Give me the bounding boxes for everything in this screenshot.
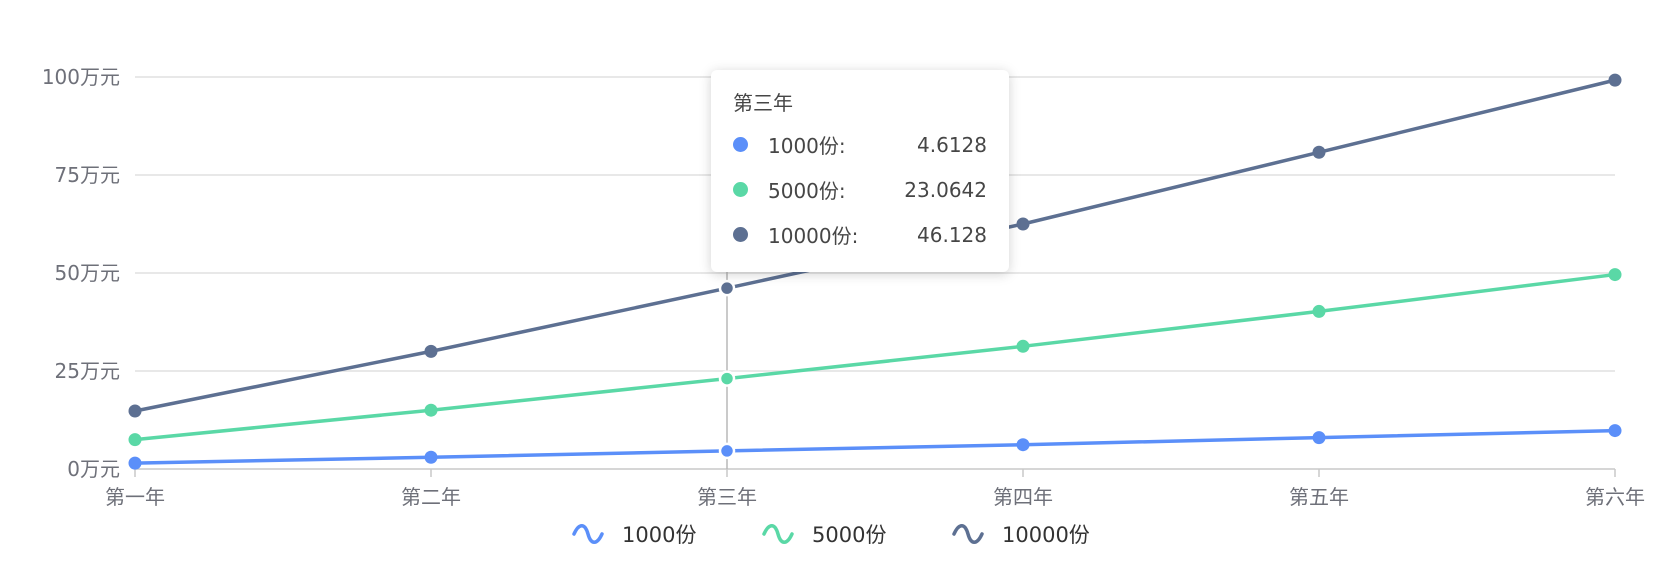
tooltip-row-1000: 1000份: 4.6128 [733, 122, 987, 167]
series-line [134, 272, 1616, 442]
tooltip-name-5000: 5000份: [768, 179, 846, 203]
y-axis-labels: 0万元 25万元 50万元 75万元 100万元 [42, 65, 120, 481]
data-point[interactable] [424, 344, 438, 358]
legend-label: 10000份 [1002, 523, 1090, 547]
tooltip-dot-5000 [733, 182, 748, 197]
data-point[interactable] [424, 450, 438, 464]
x-tick-label: 第六年 [1585, 485, 1645, 509]
data-point[interactable] [128, 456, 142, 470]
tooltip-name-1000: 1000份: [768, 134, 846, 158]
data-point[interactable] [718, 279, 736, 297]
legend-line-icon [762, 524, 794, 544]
data-point[interactable] [1312, 431, 1326, 445]
legend[interactable]: 1000份 5000份 10000份 [572, 523, 1090, 547]
y-tick-label: 25万元 [55, 359, 120, 383]
data-point[interactable] [128, 404, 142, 418]
legend-line-icon [572, 524, 604, 544]
legend-item[interactable]: 5000份 [762, 523, 886, 547]
data-point[interactable] [1312, 145, 1326, 159]
data-point[interactable] [718, 370, 736, 387]
legend-item[interactable]: 1000份 [572, 523, 696, 547]
tooltip-row-5000: 5000份: 23.0642 [733, 167, 987, 212]
x-tick-label: 第四年 [993, 485, 1053, 509]
series-line [134, 428, 1616, 465]
data-point[interactable] [1608, 73, 1622, 87]
y-tick-label: 50万元 [55, 261, 120, 285]
tooltip-value-10000: 46.128 [917, 222, 987, 247]
tooltip-dot-10000 [733, 227, 748, 242]
legend-label: 5000份 [812, 523, 886, 547]
legend-item[interactable]: 10000份 [952, 523, 1090, 547]
tooltip-row-10000: 10000份: 46.128 [733, 212, 987, 257]
legend-label: 1000份 [622, 523, 696, 547]
tooltip-value-5000: 23.0642 [904, 177, 987, 202]
data-point[interactable] [1608, 268, 1622, 282]
data-point[interactable] [1016, 438, 1030, 452]
data-point[interactable] [1312, 304, 1326, 318]
y-tick-label: 0万元 [67, 457, 120, 481]
y-tick-label: 75万元 [55, 163, 120, 187]
data-point[interactable] [424, 403, 438, 417]
tooltip: 第三年 1000份: 4.6128 5000份: 23.0642 10000份:… [711, 70, 1009, 272]
y-tick-label: 100万元 [42, 65, 120, 89]
x-tick-label: 第一年 [105, 485, 165, 509]
data-point[interactable] [1016, 217, 1030, 231]
x-tick-label: 第五年 [1289, 485, 1349, 509]
x-axis: 第一年 第二年 第三年 第四年 第五年 第六年 [105, 469, 1645, 509]
tooltip-value-1000: 4.6128 [917, 132, 987, 157]
x-tick-label: 第二年 [401, 485, 461, 509]
x-tick-label: 第三年 [697, 485, 757, 509]
legend-line-icon [952, 524, 984, 544]
data-point[interactable] [1608, 424, 1622, 438]
tooltip-title: 第三年 [733, 91, 793, 115]
tooltip-dot-1000 [733, 137, 748, 152]
data-point[interactable] [128, 433, 142, 447]
data-point[interactable] [1016, 339, 1030, 353]
data-point[interactable] [718, 442, 736, 460]
tooltip-name-10000: 10000份: [768, 224, 859, 248]
